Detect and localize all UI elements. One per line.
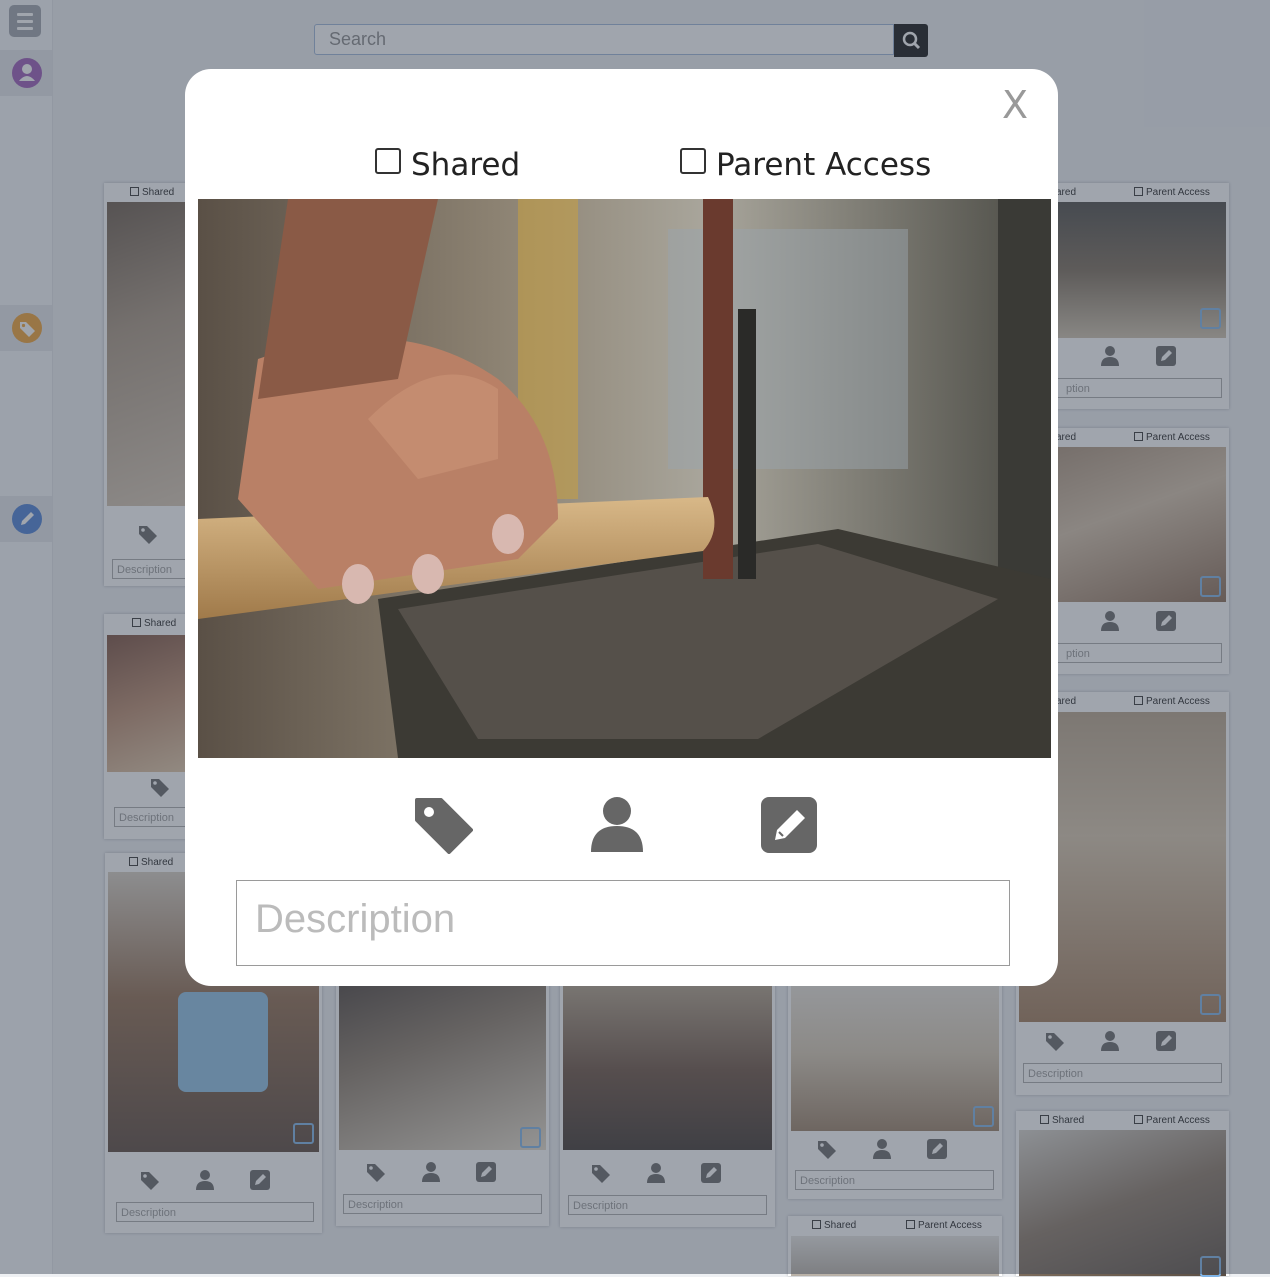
shared-checkbox[interactable]: Shared xyxy=(375,147,520,183)
photo-preview[interactable] xyxy=(198,199,1051,758)
description-field[interactable]: Description xyxy=(236,880,1010,966)
user-icon[interactable] xyxy=(590,796,644,859)
photo-image xyxy=(198,199,1051,758)
photo-detail-modal: X Shared Parent Access Description xyxy=(185,69,1058,986)
tag-icon[interactable] xyxy=(415,796,473,859)
edit-icon[interactable] xyxy=(760,796,818,859)
parent-access-checkbox[interactable]: Parent Access xyxy=(680,147,931,183)
close-button[interactable]: X xyxy=(1002,83,1028,127)
